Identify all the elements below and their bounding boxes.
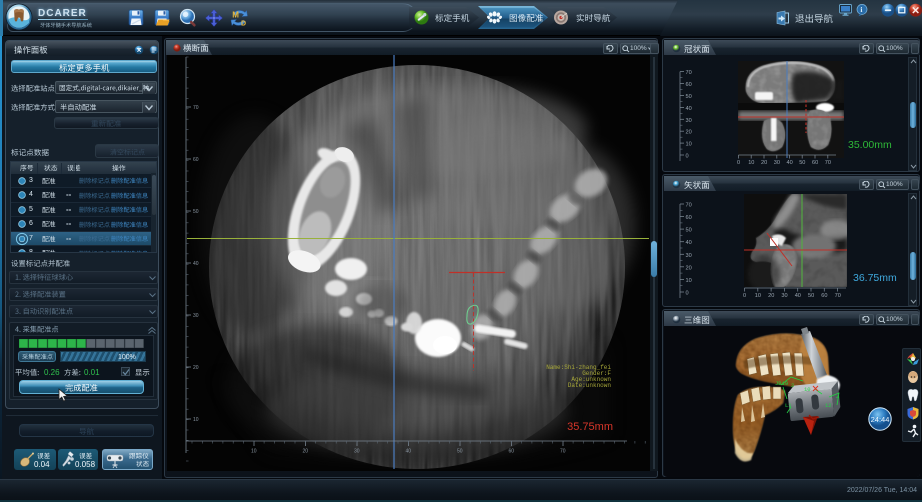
svg-text:70: 70 [560,449,566,455]
svg-text:40: 40 [686,240,692,246]
svg-text:60: 60 [812,160,818,166]
svg-text:0: 0 [743,293,746,299]
svg-text:70: 70 [686,203,692,209]
svg-text:L1: L1 [785,402,792,409]
svg-text:60: 60 [509,449,515,455]
svg-text:10: 10 [748,160,754,166]
svg-text:40: 40 [686,106,692,112]
svg-text:20: 20 [686,265,692,271]
svg-text:50: 50 [457,449,463,455]
svg-text:50: 50 [799,160,805,166]
svg-text:40: 40 [193,261,199,267]
svg-text:60: 60 [821,293,827,299]
svg-text:50: 50 [808,293,814,299]
svg-text:M: M [232,11,239,20]
svg-text:20: 20 [768,293,774,299]
svg-text:30: 30 [686,118,692,124]
svg-text:35.75mm: 35.75mm [567,421,613,433]
svg-text:10: 10 [251,449,257,455]
svg-text:24:44: 24:44 [871,415,890,424]
svg-text:50: 50 [193,209,199,215]
svg-text:70: 70 [825,160,831,166]
svg-text:10: 10 [686,142,692,148]
svg-text:20: 20 [761,160,767,166]
svg-text:50: 50 [686,94,692,100]
svg-text:0: 0 [686,291,689,297]
svg-text:10: 10 [193,417,199,423]
svg-text:40: 40 [795,293,801,299]
svg-text:0: 0 [737,160,740,166]
svg-text:30: 30 [781,293,787,299]
svg-text:20: 20 [686,130,692,136]
svg-text:Date:unknown: Date:unknown [568,382,612,389]
svg-text:40: 40 [406,449,412,455]
svg-text:30: 30 [193,313,199,319]
svg-text:D: D [241,21,246,28]
svg-text:30: 30 [354,449,360,455]
svg-text:20: 20 [193,365,199,371]
svg-text:10: 10 [804,386,811,393]
svg-text:70: 70 [193,105,199,111]
svg-text:2: 2 [791,382,794,389]
svg-text:0: 0 [686,154,689,160]
svg-text:60: 60 [193,157,199,163]
svg-text:70: 70 [835,293,841,299]
svg-text:70: 70 [686,70,692,76]
svg-text:JB19: JB19 [775,380,788,387]
svg-text:10: 10 [755,293,761,299]
svg-text:50: 50 [686,228,692,234]
svg-text:30: 30 [774,160,780,166]
svg-text:40: 40 [787,160,793,166]
svg-text:10: 10 [686,278,692,284]
svg-text:i: i [860,5,862,14]
svg-text:20: 20 [303,449,309,455]
svg-text:12: 12 [825,402,832,409]
svg-text:60: 60 [686,215,692,221]
svg-text:30: 30 [686,253,692,259]
svg-text:60: 60 [686,82,692,88]
